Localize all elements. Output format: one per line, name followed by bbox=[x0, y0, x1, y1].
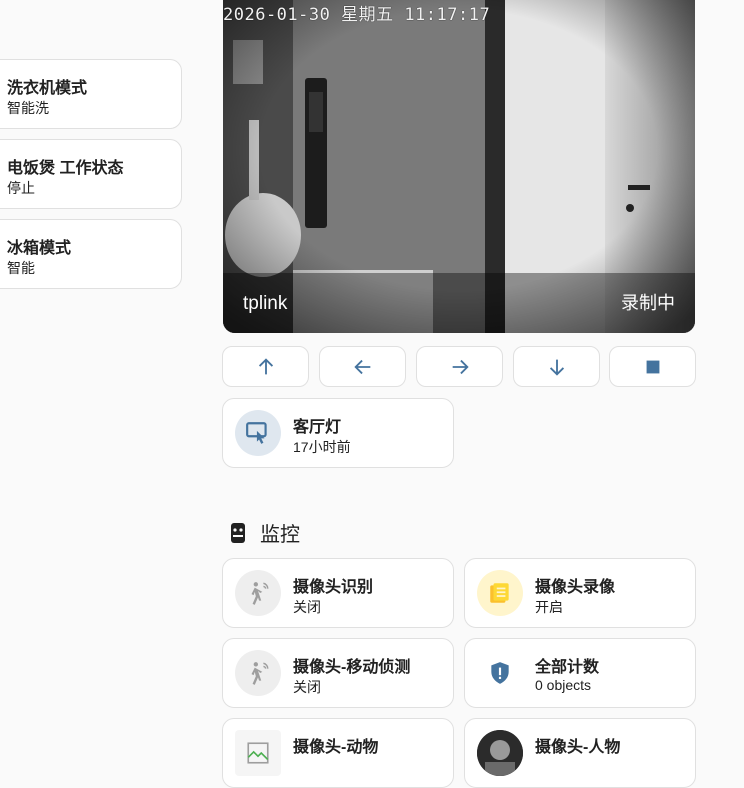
tile-living-room-light[interactable]: 客厅灯 17小时前 bbox=[222, 398, 454, 468]
ptz-down-button[interactable] bbox=[513, 346, 600, 387]
tile-fridge-mode[interactable]: 冰箱模式 智能 bbox=[0, 219, 182, 289]
cctv-icon bbox=[231, 522, 245, 543]
tile-rice-cooker-status[interactable]: 电饭煲 工作状态 停止 bbox=[0, 139, 182, 209]
light-icon-badge bbox=[235, 410, 281, 456]
tile-title: 电饭煲 工作状态 bbox=[7, 160, 124, 177]
tile-state: 停止 bbox=[7, 180, 35, 196]
tile-state: 关闭 bbox=[293, 679, 321, 695]
tile-title: 洗衣机模式 bbox=[7, 80, 88, 97]
arrow-down-icon bbox=[549, 359, 564, 376]
section-monitor-header: 监控 bbox=[230, 518, 300, 547]
tile-state: 智能 bbox=[7, 260, 35, 276]
ptz-up-button[interactable] bbox=[222, 346, 309, 387]
tile-camera-person[interactable]: 摄像头-人物 bbox=[464, 718, 696, 788]
icon-badge bbox=[477, 730, 523, 776]
tile-title: 摄像头-动物 bbox=[293, 739, 379, 756]
tile-state: 关闭 bbox=[293, 599, 321, 615]
camera-status: 录制中 bbox=[621, 293, 675, 313]
tile-title: 摄像头-人物 bbox=[535, 739, 621, 756]
ptz-stop-button[interactable] bbox=[609, 346, 696, 387]
record-list-icon bbox=[490, 583, 509, 603]
icon-badge bbox=[235, 650, 281, 696]
tile-state: 智能洗 bbox=[7, 100, 49, 116]
tile-camera-animal[interactable]: 摄像头-动物 bbox=[222, 718, 454, 788]
ptz-right-button[interactable] bbox=[416, 346, 503, 387]
arrow-up-icon bbox=[258, 357, 273, 374]
icon-badge bbox=[235, 730, 281, 776]
arrow-right-icon bbox=[452, 359, 469, 374]
tile-total-count[interactable]: 全部计数 0 objects bbox=[464, 638, 696, 708]
tile-state: 0 objects bbox=[535, 677, 592, 693]
tile-washer-mode[interactable]: 洗衣机模式 智能洗 bbox=[0, 59, 182, 129]
arrow-left-icon bbox=[353, 359, 370, 374]
camera-feed[interactable]: 2026-01-30 星期五 11:17:17 tplink 录制中 bbox=[223, 0, 695, 333]
camera-footer: tplink 录制中 bbox=[223, 273, 695, 333]
gesture-tap-icon bbox=[246, 422, 267, 444]
tile-title: 客厅灯 bbox=[293, 419, 342, 436]
broken-image-icon bbox=[247, 742, 269, 764]
camera-name: tplink bbox=[243, 293, 288, 314]
icon-badge bbox=[477, 570, 523, 616]
ptz-left-button[interactable] bbox=[319, 346, 406, 387]
tile-title: 摄像头识别 bbox=[293, 579, 374, 596]
tile-camera-motion-detect[interactable]: 摄像头-移动侦测 关闭 bbox=[222, 638, 454, 708]
tile-camera-recording[interactable]: 摄像头录像 开启 bbox=[464, 558, 696, 628]
tile-title: 摄像头-移动侦测 bbox=[293, 659, 411, 676]
tile-state: 17小时前 bbox=[293, 439, 351, 455]
stop-icon bbox=[646, 360, 659, 373]
shield-alert-icon bbox=[491, 662, 509, 684]
tile-state: 开启 bbox=[535, 599, 563, 615]
camera-timestamp: 2026-01-30 星期五 11:17:17 bbox=[223, 5, 491, 25]
section-title: 监控 bbox=[260, 524, 300, 546]
icon-badge bbox=[477, 650, 523, 696]
tile-title: 冰箱模式 bbox=[7, 240, 72, 257]
icon-badge bbox=[235, 570, 281, 616]
person-thumbnail-icon bbox=[477, 730, 523, 776]
motion-sensor-icon bbox=[251, 662, 269, 685]
motion-sensor-icon bbox=[251, 582, 269, 605]
tile-camera-recognition[interactable]: 摄像头识别 关闭 bbox=[222, 558, 454, 628]
tile-title: 全部计数 bbox=[535, 659, 600, 676]
tile-title: 摄像头录像 bbox=[535, 579, 616, 596]
